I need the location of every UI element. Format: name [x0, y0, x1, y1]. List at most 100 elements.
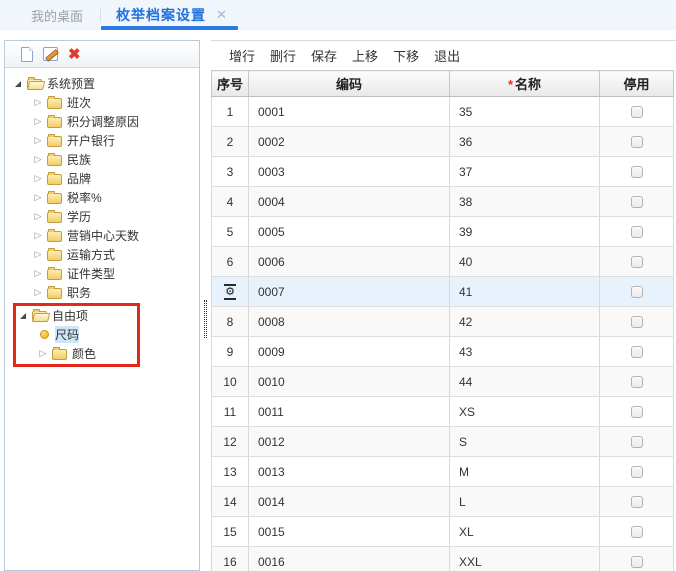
collapse-arrow-icon[interactable]: ▷ — [36, 349, 50, 358]
disable-checkbox[interactable] — [630, 166, 643, 179]
disable-checkbox[interactable] — [630, 376, 643, 389]
disable-checkbox[interactable] — [630, 526, 643, 539]
table-row[interactable]: 8 0008 42 — [211, 306, 674, 337]
tree-item[interactable]: ▷ 班次 — [11, 93, 199, 112]
code-cell[interactable]: 0003 — [248, 156, 450, 187]
collapse-arrow-icon[interactable]: ▷ — [31, 250, 45, 259]
disable-checkbox[interactable] — [630, 106, 643, 119]
delete-row-button[interactable]: 删行 — [270, 46, 296, 65]
collapse-arrow-icon[interactable]: ▷ — [31, 117, 45, 126]
splitter-handle-icon[interactable] — [204, 300, 207, 338]
collapse-arrow-icon[interactable]: ▷ — [31, 193, 45, 202]
code-cell[interactable]: 0002 — [248, 126, 450, 157]
table-row[interactable]: 9 0009 43 — [211, 336, 674, 367]
collapse-arrow-icon[interactable]: ▷ — [31, 174, 45, 183]
collapse-arrow-icon[interactable]: ▷ — [31, 288, 45, 297]
disable-checkbox[interactable] — [630, 256, 643, 269]
name-cell[interactable]: 36 — [449, 126, 600, 157]
exit-button[interactable]: 退出 — [434, 46, 460, 65]
name-cell[interactable]: 43 — [449, 336, 600, 367]
tree-item[interactable]: ▷ 积分调整原因 — [11, 112, 199, 131]
table-row[interactable]: 5 0005 39 — [211, 216, 674, 247]
code-cell[interactable]: 0007 — [248, 276, 450, 307]
tree-item[interactable]: ▷ 运输方式 — [11, 245, 199, 264]
table-row[interactable]: 6 0006 40 — [211, 246, 674, 277]
table-row[interactable]: 1 0001 35 — [211, 96, 674, 127]
collapse-arrow-icon[interactable]: ▷ — [31, 98, 45, 107]
tree-item[interactable]: ▷ 证件类型 — [11, 264, 199, 283]
save-button[interactable]: 保存 — [311, 46, 337, 65]
name-cell[interactable]: 41 — [449, 276, 600, 307]
table-row[interactable]: 3 0003 37 — [211, 156, 674, 187]
name-cell[interactable]: M — [449, 456, 600, 487]
disable-checkbox[interactable] — [630, 436, 643, 449]
collapse-arrow-icon[interactable]: ▷ — [31, 269, 45, 278]
tree-item[interactable]: 系统预置 — [11, 74, 199, 93]
code-cell[interactable]: 0013 — [248, 456, 450, 487]
delete-button[interactable]: ✖ — [68, 47, 81, 62]
code-cell[interactable]: 0012 — [248, 426, 450, 457]
disable-checkbox[interactable] — [630, 556, 643, 569]
code-cell[interactable]: 0016 — [248, 546, 450, 571]
disable-checkbox[interactable] — [630, 316, 643, 329]
disable-checkbox[interactable] — [630, 196, 643, 209]
name-cell[interactable]: 35 — [449, 96, 600, 127]
collapse-arrow-icon[interactable]: ▷ — [31, 231, 45, 240]
tree-item[interactable]: ▷ 民族 — [11, 150, 199, 169]
collapse-arrow-icon[interactable]: ▷ — [31, 155, 45, 164]
name-cell[interactable]: 37 — [449, 156, 600, 187]
code-cell[interactable]: 0008 — [248, 306, 450, 337]
code-cell[interactable]: 0004 — [248, 186, 450, 217]
code-cell[interactable]: 0001 — [248, 96, 450, 127]
disable-checkbox[interactable] — [630, 406, 643, 419]
move-down-button[interactable]: 下移 — [393, 46, 419, 65]
move-up-button[interactable]: 上移 — [352, 46, 378, 65]
table-row-current[interactable]: ⚙ 0007 41 — [211, 276, 674, 307]
name-cell[interactable]: S — [449, 426, 600, 457]
collapse-arrow-icon[interactable]: ▷ — [31, 212, 45, 221]
name-cell[interactable]: 40 — [449, 246, 600, 277]
collapse-arrow-icon[interactable]: ▷ — [31, 136, 45, 145]
disable-checkbox[interactable] — [630, 466, 643, 479]
table-row[interactable]: 15 0015 XL — [211, 516, 674, 547]
add-row-button[interactable]: 增行 — [229, 46, 255, 65]
table-row[interactable]: 13 0013 M — [211, 456, 674, 487]
table-row[interactable]: 10 0010 44 — [211, 366, 674, 397]
name-cell[interactable]: 39 — [449, 216, 600, 247]
name-cell[interactable]: L — [449, 486, 600, 517]
table-row[interactable]: 2 0002 36 — [211, 126, 674, 157]
tab-enum-archive-settings[interactable]: 枚举档案设置 ✕ — [101, 0, 238, 30]
disable-checkbox[interactable] — [630, 346, 643, 359]
table-row[interactable]: 16 0016 XXL — [211, 546, 674, 571]
tree-item[interactable]: ▷ 开户银行 — [11, 131, 199, 150]
disable-checkbox[interactable] — [630, 226, 643, 239]
name-cell[interactable]: XL — [449, 516, 600, 547]
name-cell[interactable]: 44 — [449, 366, 600, 397]
new-button[interactable] — [21, 46, 33, 62]
disable-checkbox[interactable] — [630, 286, 643, 299]
expand-arrow-icon[interactable] — [16, 312, 30, 319]
tree-item[interactable]: ▷ 学历 — [11, 207, 199, 226]
table-row[interactable]: 4 0004 38 — [211, 186, 674, 217]
tab-my-desktop[interactable]: 我的桌面 — [0, 0, 100, 30]
name-cell[interactable]: XS — [449, 396, 600, 427]
panel-splitter[interactable] — [202, 40, 210, 571]
table-row[interactable]: 11 0011 XS — [211, 396, 674, 427]
tree-item[interactable]: ▷ 品牌 — [11, 169, 199, 188]
code-cell[interactable]: 0014 — [248, 486, 450, 517]
name-cell[interactable]: XXL — [449, 546, 600, 571]
code-cell[interactable]: 0009 — [248, 336, 450, 367]
disable-checkbox[interactable] — [630, 136, 643, 149]
tree-item[interactable]: ▷ 营销中心天数 — [11, 226, 199, 245]
edit-button[interactable] — [43, 47, 58, 61]
tree-item[interactable]: ▷ 颜色 — [16, 344, 137, 363]
disable-checkbox[interactable] — [630, 496, 643, 509]
code-cell[interactable]: 0006 — [248, 246, 450, 277]
tree-item-selected[interactable]: 尺码 — [16, 325, 137, 344]
code-cell[interactable]: 0015 — [248, 516, 450, 547]
tree-item[interactable]: ▷ 税率% — [11, 188, 199, 207]
code-cell[interactable]: 0005 — [248, 216, 450, 247]
tab-close-icon[interactable]: ✕ — [216, 7, 227, 23]
tree-item[interactable]: 自由项 — [16, 306, 137, 325]
code-cell[interactable]: 0010 — [248, 366, 450, 397]
